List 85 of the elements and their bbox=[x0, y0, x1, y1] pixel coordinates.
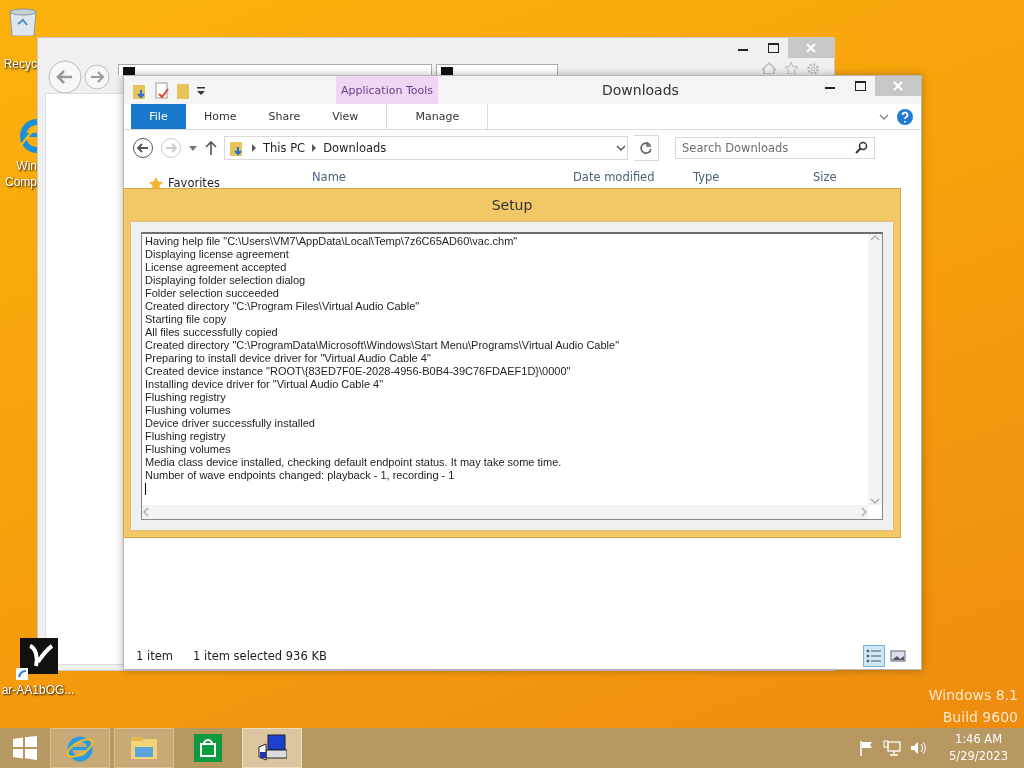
log-line: Displaying license agreement bbox=[145, 248, 290, 261]
log-line: Installing device driver for "Virtual Audio Cable 4" bbox=[145, 378, 385, 391]
search-field[interactable]: Search Downloads bbox=[675, 137, 875, 159]
log-line: Flushing registry bbox=[145, 391, 227, 404]
vertical-scrollbar[interactable] bbox=[868, 234, 882, 505]
page-icon bbox=[123, 67, 135, 75]
log-line: Created directory "C:\Program Files\Virtual Audio Cable" bbox=[145, 300, 421, 313]
column-header[interactable]: Date modified bbox=[573, 170, 693, 190]
recycle-bin-icon[interactable] bbox=[7, 8, 37, 36]
chevron-right-icon bbox=[251, 144, 257, 152]
browser-tab[interactable] bbox=[436, 64, 558, 75]
view-button[interactable] bbox=[863, 645, 885, 667]
properties-icon[interactable] bbox=[154, 82, 170, 100]
column-header[interactable]: Size bbox=[813, 170, 893, 190]
refresh-icon bbox=[639, 141, 653, 155]
up-arrow-icon[interactable] bbox=[204, 140, 218, 156]
clock-date: 5/29/2023 bbox=[949, 748, 1008, 765]
log-line: Media class device installed, checking default endpoint status. It may take some time. bbox=[145, 456, 563, 469]
star-icon[interactable] bbox=[782, 61, 800, 74]
shortcut-icon[interactable] bbox=[16, 636, 60, 682]
back-button[interactable] bbox=[48, 60, 82, 94]
log-line: Having help file "C:\Users\VM7\AppData\Local\Temp\7z6C65AD60\vac.chm" bbox=[145, 235, 519, 248]
ribbon-tab[interactable]: Home bbox=[190, 104, 251, 129]
windows-logo-icon bbox=[13, 736, 37, 760]
scroll-up-icon[interactable] bbox=[870, 234, 880, 242]
log-line: Number of wave endpoints changed: playback - 1, recording - 1 bbox=[145, 469, 456, 482]
log-line: Device driver successfully installed bbox=[145, 417, 316, 430]
scroll-down-icon[interactable] bbox=[870, 497, 880, 505]
breadcrumb-item[interactable]: Downloads bbox=[323, 141, 387, 155]
ribbon-tab[interactable]: Share bbox=[254, 104, 315, 129]
close-icon bbox=[806, 43, 816, 53]
column-header[interactable]: Type bbox=[693, 170, 813, 190]
log-line: Created device instance "ROOT\{83ED7F0E-2028-4956-B0B4-39C76FDAEF1D}\0000" bbox=[145, 365, 572, 378]
log-line: Folder selection succeeded bbox=[145, 287, 280, 300]
file-menu-tab[interactable]: File bbox=[131, 104, 186, 129]
context-tab-header: Application Tools bbox=[336, 76, 438, 104]
log-line: Preparing to install device driver for "Virtual Audio Cable 4" bbox=[145, 352, 432, 365]
downloads-folder-icon bbox=[229, 139, 245, 157]
taskbar-app-button[interactable] bbox=[242, 728, 302, 768]
speaker-icon[interactable] bbox=[909, 740, 928, 756]
status-text: 1 item bbox=[136, 649, 173, 663]
network-icon[interactable] bbox=[883, 740, 902, 756]
maximize-icon bbox=[767, 43, 779, 53]
chevron-right-icon bbox=[311, 144, 318, 152]
text-cursor bbox=[145, 483, 146, 495]
address-bar[interactable]: This PC Downloads bbox=[224, 136, 628, 160]
log-text-area[interactable] bbox=[141, 232, 883, 520]
log-line: Flushing volumes bbox=[145, 443, 232, 456]
log-line: Displaying folder selection dialog bbox=[145, 274, 307, 287]
log-line: Flushing registry bbox=[145, 430, 227, 443]
chevron-icon[interactable] bbox=[879, 112, 889, 121]
ribbon-tab[interactable]: View bbox=[318, 104, 373, 129]
log-line: Starting file copy bbox=[145, 313, 228, 326]
page-icon bbox=[441, 67, 453, 75]
scroll-right-icon[interactable] bbox=[860, 507, 868, 517]
watermark-text: Build 9600 bbox=[942, 708, 1018, 727]
log-line: Created directory "C:\ProgramData\Microsoft\Windows\Start Menu\Programs\Virtual Audio Cable" bbox=[145, 339, 621, 352]
dialog-title: Setup bbox=[490, 196, 534, 215]
dropdown-icon[interactable] bbox=[196, 86, 206, 96]
column-header[interactable]: Name bbox=[288, 170, 573, 190]
close-icon bbox=[893, 81, 903, 91]
clock-time: 1:46 AM bbox=[954, 731, 1003, 748]
details-view-icon bbox=[866, 648, 882, 664]
back-icon[interactable] bbox=[132, 137, 154, 159]
horizontal-scrollbar[interactable] bbox=[142, 505, 868, 519]
scroll-left-icon[interactable] bbox=[142, 507, 150, 517]
refresh-button[interactable] bbox=[634, 135, 659, 161]
status-text: 1 item selected 936 KB bbox=[192, 649, 327, 663]
watermark-text: Windows 8.1 bbox=[928, 686, 1018, 705]
chevron-down-icon[interactable] bbox=[615, 144, 627, 152]
forward-button[interactable] bbox=[84, 64, 110, 90]
log-line: License agreement accepted bbox=[145, 261, 288, 274]
downloads-folder-icon[interactable] bbox=[132, 82, 148, 100]
log-line: Flushing volumes bbox=[145, 404, 232, 417]
computer-install-icon bbox=[257, 733, 287, 763]
log-line: All files successfully copied bbox=[145, 326, 279, 339]
shopping-bag-icon bbox=[193, 733, 223, 763]
address-field[interactable] bbox=[118, 64, 432, 75]
window-title: Downloads bbox=[602, 82, 679, 98]
ribbon-tab[interactable]: Manage bbox=[386, 104, 489, 129]
breadcrumb-item[interactable]: This PC bbox=[263, 141, 306, 155]
nav-item[interactable]: Favorites bbox=[168, 176, 220, 190]
help-icon[interactable] bbox=[897, 108, 913, 125]
picture-view-icon bbox=[890, 648, 906, 664]
maximize-icon bbox=[854, 81, 866, 91]
